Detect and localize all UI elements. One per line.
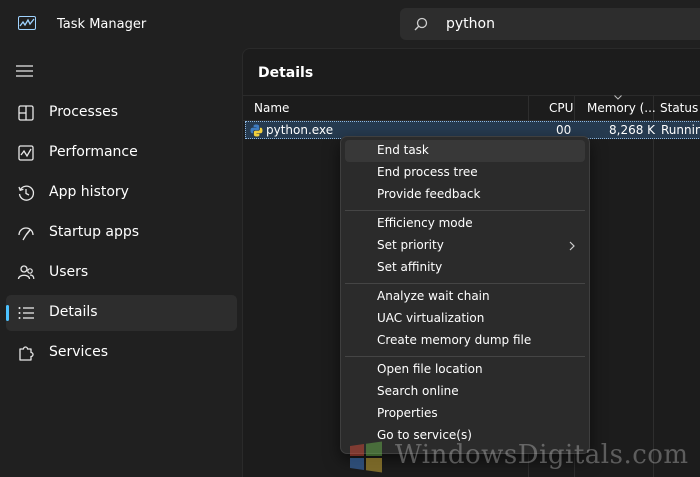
column-header-memory[interactable]: Memory (... <box>587 101 656 115</box>
sidebar-item-label: Processes <box>49 104 119 120</box>
details-list-icon <box>18 307 34 319</box>
search-icon <box>414 17 428 31</box>
menu-item-label: End process tree <box>377 165 478 179</box>
menu-item-label: Set priority <box>377 238 444 252</box>
table-header: Name CPU Memory (... Status <box>243 95 700 121</box>
hamburger-icon[interactable] <box>15 63 35 79</box>
app-title: Task Manager <box>57 17 147 32</box>
performance-chart-icon <box>18 16 36 30</box>
row-memory: 8,268 K <box>609 123 656 137</box>
sidebar-item-details[interactable]: Details <box>6 295 237 331</box>
menu-item-properties[interactable]: Properties <box>345 403 585 425</box>
menu-item-label: Efficiency mode <box>377 216 473 230</box>
performance-graph-icon <box>18 145 34 161</box>
row-status: Runnin <box>661 123 700 137</box>
menu-item-label: Create memory dump file <box>377 333 532 347</box>
sidebar-item-label: App history <box>49 184 129 200</box>
menu-item-analyze-wait-chain[interactable]: Analyze wait chain <box>345 286 585 308</box>
sidebar-item-startup-apps[interactable]: Startup apps <box>6 215 237 251</box>
sidebar-item-processes[interactable]: Processes <box>6 95 237 131</box>
menu-item-label: UAC virtualization <box>377 311 485 325</box>
active-indicator <box>6 305 9 321</box>
title-bar: Task Manager <box>0 0 700 48</box>
column-header-status[interactable]: Status <box>660 101 698 115</box>
menu-item-label: Open file location <box>377 362 483 376</box>
row-name: python.exe <box>266 123 334 137</box>
history-clock-icon <box>18 185 35 201</box>
page-title: Details <box>258 65 314 81</box>
menu-item-label: End task <box>377 143 429 157</box>
search-box[interactable] <box>400 8 700 40</box>
windows-logo-icon <box>350 441 382 473</box>
menu-item-label: Set affinity <box>377 260 443 274</box>
menu-item-label: Analyze wait chain <box>377 289 490 303</box>
sidebar-item-services[interactable]: Services <box>6 335 237 371</box>
menu-item-label: Search online <box>377 384 459 398</box>
sidebar-item-users[interactable]: Users <box>6 255 237 291</box>
users-icon <box>17 265 35 280</box>
sidebar-item-label: Users <box>49 264 89 280</box>
menu-item-provide-feedback[interactable]: Provide feedback <box>345 184 585 206</box>
column-header-cpu[interactable]: CPU <box>549 101 573 115</box>
menu-item-efficiency-mode[interactable]: Efficiency mode <box>345 213 585 235</box>
column-header-name[interactable]: Name <box>254 101 289 115</box>
menu-item-set-priority[interactable]: Set priority <box>345 235 585 257</box>
search-input[interactable] <box>446 15 696 33</box>
row-cpu: 00 <box>556 123 572 137</box>
chevron-right-icon <box>569 241 575 251</box>
services-puzzle-icon <box>19 346 34 361</box>
startup-gauge-icon <box>18 227 34 241</box>
menu-item-uac-virtualization[interactable]: UAC virtualization <box>345 308 585 330</box>
menu-item-end-task[interactable]: End task <box>345 140 585 162</box>
watermark: WindowsDigitals.com <box>345 438 700 474</box>
sidebar-item-app-history[interactable]: App history <box>6 175 237 211</box>
menu-item-open-file-location[interactable]: Open file location <box>345 359 585 381</box>
menu-item-label: Provide feedback <box>377 187 481 201</box>
menu-item-search-online[interactable]: Search online <box>345 381 585 403</box>
sidebar-item-label: Performance <box>49 144 138 160</box>
menu-item-label: Properties <box>377 406 438 420</box>
menu-item-end-process-tree[interactable]: End process tree <box>345 162 585 184</box>
context-menu: End task End process tree Provide feedba… <box>340 136 590 454</box>
menu-item-create-memory-dump[interactable]: Create memory dump file <box>345 330 585 352</box>
sidebar: Processes Performance App history Startu… <box>0 48 242 477</box>
sidebar-item-label: Details <box>49 304 98 320</box>
menu-separator <box>345 210 585 211</box>
watermark-text: WindowsDigitals.com <box>395 440 689 470</box>
menu-item-set-affinity[interactable]: Set affinity <box>345 257 585 279</box>
sort-chevron-icon <box>614 95 622 100</box>
menu-separator <box>345 283 585 284</box>
menu-separator <box>345 356 585 357</box>
processes-grid-icon <box>18 105 34 121</box>
sidebar-item-performance[interactable]: Performance <box>6 135 237 171</box>
sidebar-item-label: Services <box>49 344 109 360</box>
sidebar-item-label: Startup apps <box>49 224 140 240</box>
column-divider[interactable] <box>653 95 654 477</box>
python-icon <box>250 124 263 137</box>
